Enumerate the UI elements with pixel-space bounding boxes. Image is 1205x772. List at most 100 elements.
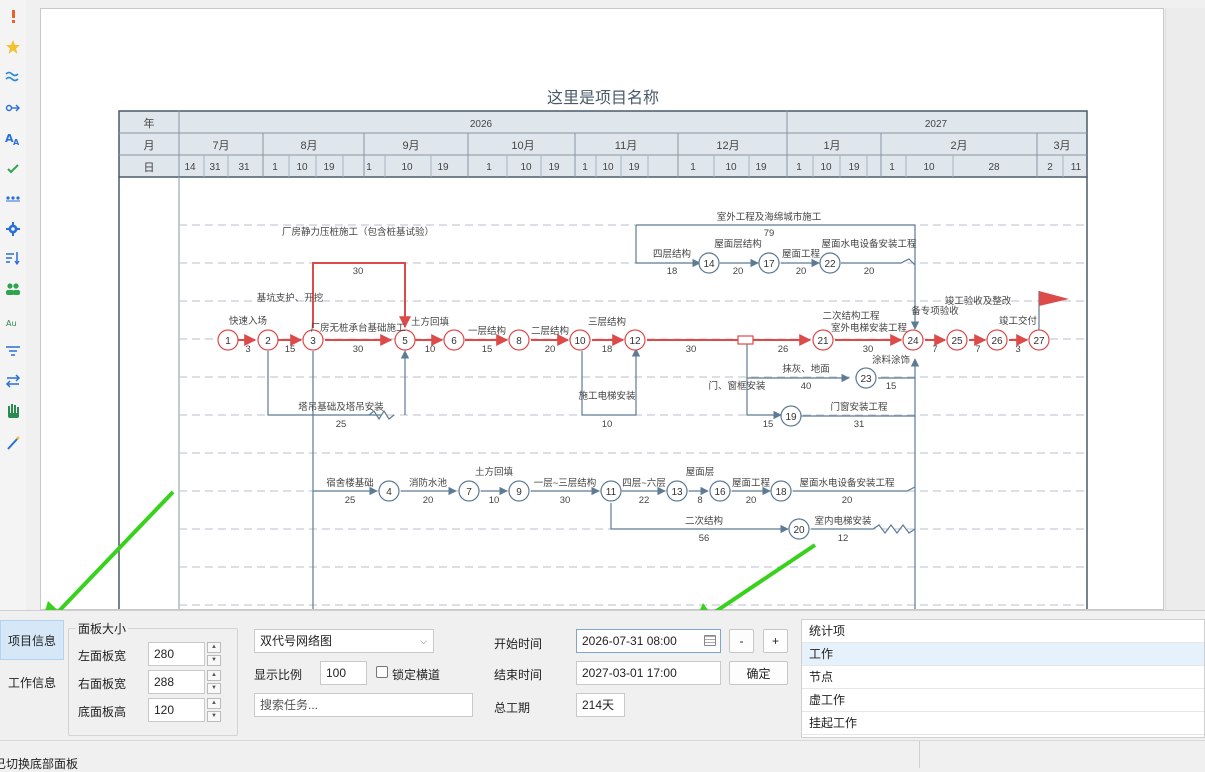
- day-label: 10: [820, 162, 832, 173]
- chart-type-select[interactable]: 双代号网络图 ⌵: [254, 629, 434, 653]
- node-circle[interactable]: 13: [666, 480, 688, 502]
- stats-item-dummy-tasks[interactable]: 虚工作: [802, 689, 1204, 712]
- node-circle[interactable]: 27: [1028, 329, 1050, 351]
- left-width-input[interactable]: 280: [148, 642, 205, 666]
- task-duration: 18: [602, 344, 613, 355]
- spin-up-icon[interactable]: ▲: [207, 698, 221, 709]
- node-circle[interactable]: 1: [217, 329, 239, 351]
- day-label: 1: [272, 162, 278, 173]
- task-duration: 30: [686, 344, 697, 355]
- spin-down-icon[interactable]: ▼: [207, 683, 221, 694]
- day-label: 10: [602, 162, 614, 173]
- lock-lane-checkbox[interactable]: [376, 666, 388, 678]
- node-circle[interactable]: 16: [709, 480, 731, 502]
- year-label: 2027: [925, 119, 948, 130]
- node-circle[interactable]: 23: [855, 367, 877, 389]
- right-width-input[interactable]: 288: [148, 670, 205, 694]
- node-circle[interactable]: 17: [758, 252, 780, 274]
- stats-item-tasks[interactable]: 工作: [802, 643, 1204, 666]
- node-circle[interactable]: 26: [986, 329, 1008, 351]
- wand-icon[interactable]: [0, 433, 26, 453]
- spin-down-icon[interactable]: ▼: [207, 711, 221, 722]
- task-duration: 40: [801, 381, 812, 392]
- users-icon[interactable]: [0, 279, 26, 299]
- svg-text:26: 26: [991, 336, 1003, 347]
- filter-icon[interactable]: [0, 341, 26, 361]
- task-duration: 8: [697, 495, 702, 506]
- alert-icon[interactable]: [0, 6, 26, 26]
- confirm-button[interactable]: 确定: [729, 661, 788, 685]
- spin-up-icon[interactable]: ▲: [207, 670, 221, 681]
- node-circle[interactable]: 12: [624, 329, 646, 351]
- task-duration: 22: [639, 495, 650, 506]
- bottom-height-spinner[interactable]: ▲ ▼: [207, 698, 221, 722]
- node-circle[interactable]: 14: [698, 252, 720, 274]
- task-duration: 30: [560, 495, 571, 506]
- node-circle[interactable]: 6: [443, 329, 465, 351]
- svg-text:25: 25: [951, 336, 963, 347]
- start-time-label: 开始时间: [494, 637, 543, 651]
- wave-icon[interactable]: [0, 66, 26, 86]
- calendar-icon[interactable]: [704, 635, 716, 646]
- node-circle[interactable]: 4: [378, 480, 400, 502]
- display-scale-label: 显示比例: [254, 668, 303, 682]
- star-icon[interactable]: [0, 37, 26, 57]
- spin-up-icon[interactable]: ▲: [207, 642, 221, 653]
- search-input[interactable]: 搜索任务...: [254, 693, 473, 717]
- node-circle[interactable]: 18: [770, 480, 792, 502]
- task-duration: 3: [1015, 344, 1020, 355]
- chart-title: 这里是项目名称: [547, 89, 659, 107]
- minus-button[interactable]: -: [729, 629, 754, 653]
- node-circle[interactable]: 22: [819, 252, 841, 274]
- node-circle[interactable]: 7: [458, 480, 480, 502]
- swap-icon[interactable]: [0, 371, 26, 391]
- task-duration: 20: [423, 495, 434, 506]
- start-time-input[interactable]: 2026-07-31 08:00: [576, 629, 721, 653]
- node-circle[interactable]: 10: [569, 329, 591, 351]
- hand-icon[interactable]: [0, 401, 26, 421]
- svg-text:6: 6: [451, 336, 457, 347]
- node-circle[interactable]: 9: [508, 480, 530, 502]
- stats-item-suspended[interactable]: 挂起工作: [802, 712, 1204, 735]
- task-duration: 25: [336, 419, 347, 430]
- task-name: 门、窗框安装: [708, 380, 766, 392]
- day-label: 1: [486, 162, 492, 173]
- month-label: 1月: [823, 140, 840, 152]
- node-circle[interactable]: 19: [780, 405, 802, 427]
- check-icon[interactable]: [0, 159, 26, 179]
- network-canvas[interactable]: 这里是项目名称 年 月 日 2026 2027 7月 8月 9月 10月 11月…: [40, 8, 1164, 610]
- svg-text:9: 9: [516, 487, 522, 498]
- task-name: 屋面工程: [782, 249, 821, 260]
- node-circle[interactable]: 11: [600, 480, 622, 502]
- tab-project-info[interactable]: 项目信息: [0, 620, 64, 660]
- node-circle[interactable]: 8: [508, 329, 530, 351]
- sort-icon[interactable]: [0, 248, 26, 268]
- task-duration: 20: [864, 266, 875, 277]
- end-time-input[interactable]: 2027-03-01 17:00: [576, 661, 721, 685]
- node-circle[interactable]: 25: [946, 329, 968, 351]
- dots-icon[interactable]: [0, 188, 26, 208]
- task-name: 土方回填: [475, 466, 514, 478]
- gear-icon[interactable]: [0, 219, 26, 239]
- task-name: 屋面层: [686, 467, 715, 478]
- svg-text:13: 13: [671, 487, 683, 498]
- node-circle[interactable]: 2: [257, 329, 279, 351]
- svg-text:7: 7: [466, 487, 472, 498]
- text-resize-icon[interactable]: AA: [0, 129, 26, 149]
- bottom-height-input[interactable]: 120: [148, 698, 205, 722]
- node-circle[interactable]: 20: [788, 518, 810, 540]
- tab-task-info[interactable]: 工作信息: [0, 662, 64, 702]
- spin-down-icon[interactable]: ▼: [207, 655, 221, 666]
- display-scale-input[interactable]: 100: [320, 661, 367, 685]
- day-label: 1: [582, 162, 588, 173]
- day-label: 10: [296, 162, 308, 173]
- day-label: 28: [988, 162, 1000, 173]
- right-width-spinner[interactable]: ▲ ▼: [207, 670, 221, 694]
- svg-text:14: 14: [703, 259, 715, 270]
- font-icon[interactable]: Au: [0, 312, 26, 332]
- svg-text:22: 22: [824, 259, 836, 270]
- link-icon[interactable]: [0, 98, 26, 118]
- plus-button[interactable]: +: [763, 629, 788, 653]
- left-width-spinner[interactable]: ▲ ▼: [207, 642, 221, 666]
- stats-item-nodes[interactable]: 节点: [802, 666, 1204, 689]
